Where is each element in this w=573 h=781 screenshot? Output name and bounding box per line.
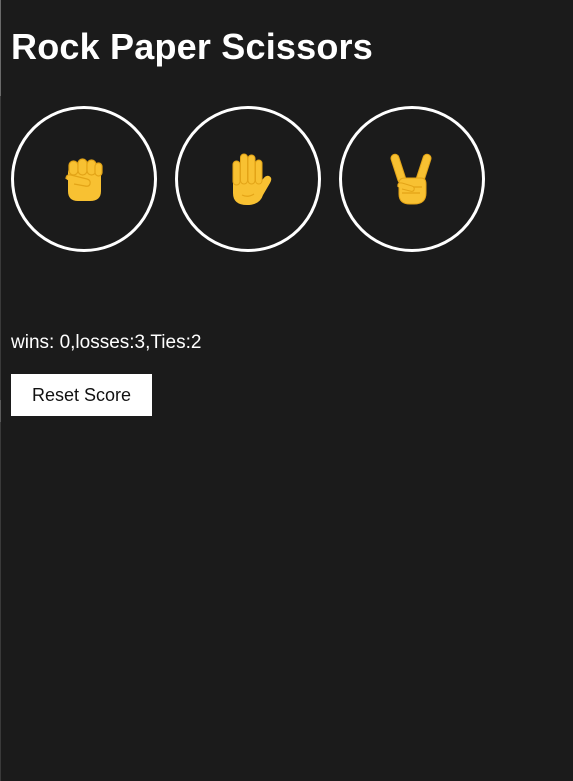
left-edge-line-mid bbox=[0, 400, 1, 422]
move-buttons bbox=[11, 106, 485, 252]
paper-button[interactable] bbox=[175, 106, 321, 252]
left-edge-line bbox=[0, 0, 1, 781]
scissors-button[interactable] bbox=[339, 106, 485, 252]
page-title: Rock Paper Scissors bbox=[11, 26, 373, 67]
score-text: wins: 0,losses:3,Ties:2 bbox=[11, 332, 202, 353]
raised-hand-icon bbox=[232, 153, 272, 205]
left-edge-line-top bbox=[0, 0, 1, 96]
rock-button[interactable] bbox=[11, 106, 157, 252]
raised-fist-icon bbox=[65, 158, 103, 201]
reset-score-button[interactable]: Reset Score bbox=[11, 374, 152, 416]
victory-hand-icon bbox=[390, 153, 432, 205]
